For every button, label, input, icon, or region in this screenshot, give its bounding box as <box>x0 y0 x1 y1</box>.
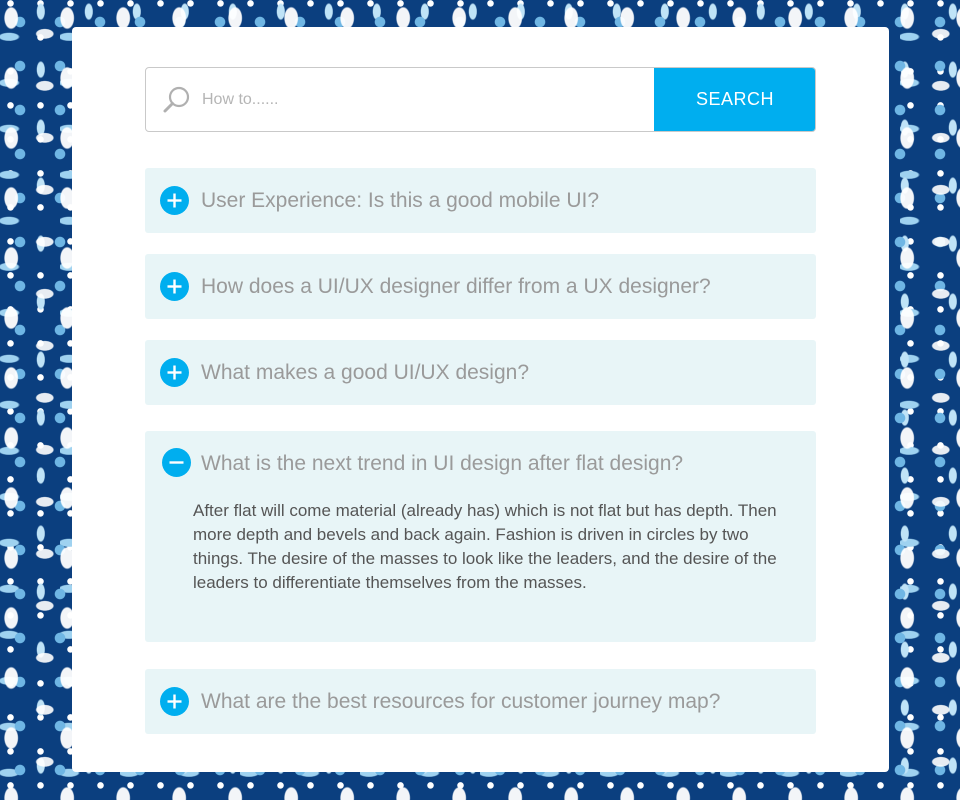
faq-question-toggle[interactable]: What is the next trend in UI design afte… <box>145 431 816 491</box>
faq-card: SEARCH User Experience: Is this a good m… <box>72 27 889 772</box>
faq-item-2: How does a UI/UX designer differ from a … <box>145 254 816 319</box>
faq-question-toggle[interactable]: What makes a good UI/UX design? <box>145 340 816 405</box>
faq-question: What is the next trend in UI design afte… <box>201 452 684 475</box>
search-icon <box>163 86 190 113</box>
faq-question-toggle[interactable]: User Experience: Is this a good mobile U… <box>145 168 816 233</box>
faq-question: User Experience: Is this a good mobile U… <box>201 189 600 212</box>
faq-item-3: What makes a good UI/UX design? <box>145 340 816 405</box>
faq-question: What are the best resources for customer… <box>201 690 721 713</box>
faq-question-toggle[interactable]: How does a UI/UX designer differ from a … <box>145 254 816 319</box>
plus-circle-icon[interactable] <box>160 358 189 387</box>
plus-circle-icon[interactable] <box>160 186 189 215</box>
faq-question: How does a UI/UX designer differ from a … <box>201 275 711 298</box>
search-button[interactable]: SEARCH <box>654 68 815 131</box>
plus-circle-icon[interactable] <box>160 272 189 301</box>
faq-answer: After flat will come material (already h… <box>193 501 777 592</box>
search-bar: SEARCH <box>145 67 816 132</box>
plus-circle-icon[interactable] <box>160 687 189 716</box>
faq-question-toggle[interactable]: What are the best resources for customer… <box>145 669 816 734</box>
faq-item-5: What are the best resources for customer… <box>145 669 816 734</box>
faq-item-1: User Experience: Is this a good mobile U… <box>145 168 816 233</box>
faq-question: What makes a good UI/UX design? <box>201 361 530 384</box>
minus-circle-icon[interactable] <box>162 448 191 477</box>
search-input[interactable] <box>202 68 642 131</box>
faq-item-4-expanded: What is the next trend in UI design afte… <box>145 431 816 642</box>
